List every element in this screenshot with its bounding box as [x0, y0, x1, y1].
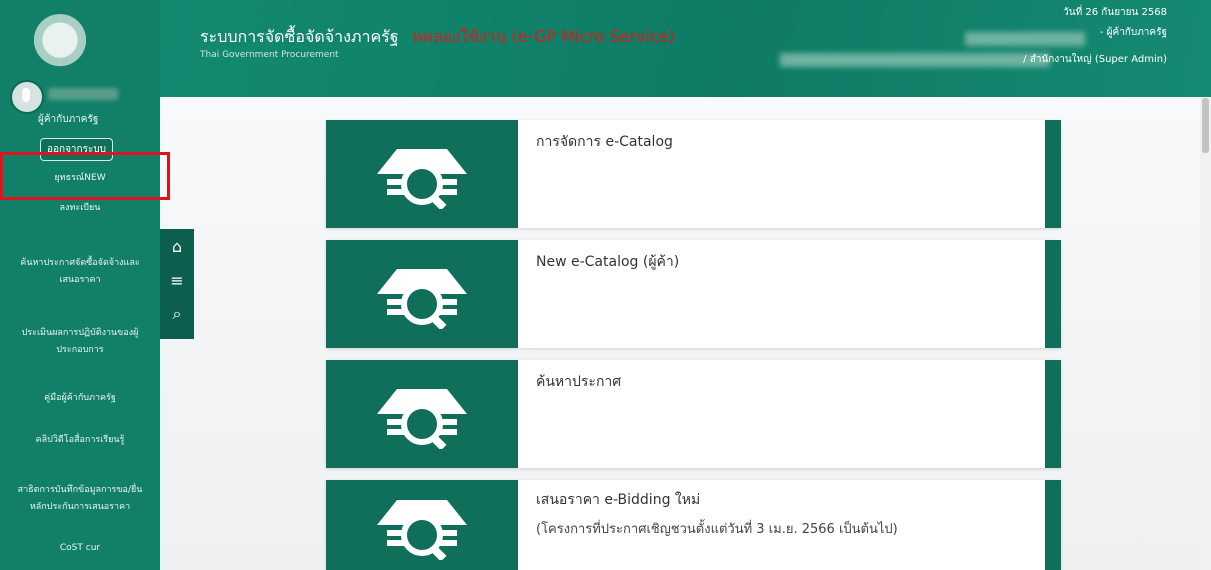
test-mode-label: ทดลองใช้งาน (e-GP Micro Service) [412, 27, 675, 46]
sidebar-item-register[interactable]: ลงทะเบียน [0, 200, 160, 217]
search-icon[interactable]: ⌕ [160, 297, 194, 331]
card-title: การจัดการ e-Catalog [536, 134, 673, 150]
hamburger-menu-icon[interactable]: ≡ [160, 263, 194, 297]
user-role-label: - ผู้ค้ากับภาครัฐ [1099, 27, 1167, 38]
garuda-logo [22, 14, 98, 72]
catalog-search-icon [372, 259, 472, 329]
catalog-search-icon [372, 490, 472, 560]
card-e-bidding[interactable]: เสนอราคา e-Bidding ใหม่ (โครงการที่ประกา… [326, 480, 1061, 570]
card-side-bar [1045, 240, 1061, 348]
sidebar-item-manual[interactable]: คู่มือผู้ค้ากับภาครัฐ [0, 390, 160, 407]
card-side-bar [1045, 120, 1061, 228]
sidebar-item-video[interactable]: คลิปวิดีโอสื่อการเรียนรู้ [0, 432, 160, 449]
card-title: เสนอราคา e-Bidding ใหม่ [536, 492, 701, 508]
card-thumb [326, 480, 518, 570]
top-banner: ระบบการจัดซื้อจัดจ้างภาครัฐ ทดลองใช้งาน … [160, 0, 1211, 97]
catalog-search-icon [372, 379, 472, 449]
user-role: ผู้ค้ากับภาครัฐ [38, 114, 99, 125]
redacted-username [48, 88, 118, 100]
scrollbar[interactable] [1200, 97, 1211, 570]
card-search-announcement[interactable]: ค้นหาประกาศ [326, 360, 1061, 468]
user-info [10, 80, 160, 114]
highlight-box [0, 152, 170, 200]
card-new-e-catalog[interactable]: New e-Catalog (ผู้ค้า) [326, 240, 1061, 348]
card-side-bar [1045, 480, 1061, 570]
sidebar-item-cost[interactable]: CoST cur [0, 540, 160, 557]
card-title: ค้นหาประกาศ [536, 374, 622, 390]
site-title: ระบบการจัดซื้อจัดจ้างภาครัฐ [200, 27, 399, 46]
current-date: วันที่ 26 กันยายน 2568 [1063, 7, 1167, 18]
scrollbar-thumb[interactable] [1202, 98, 1209, 153]
site-subtitle: Thai Government Procurement [200, 50, 339, 60]
sidebar-item-evaluation[interactable]: ประเมินผลการปฏิบัติงานของผู้ประกอบการ [0, 325, 160, 359]
avatar [10, 80, 44, 114]
card-thumb [326, 240, 518, 348]
card-title: New e-Catalog (ผู้ค้า) [536, 254, 680, 270]
card-thumb [326, 360, 518, 468]
home-icon[interactable]: ⌂ [160, 229, 194, 263]
catalog-search-icon [372, 139, 472, 209]
sidebar: ผู้ค้ากับภาครัฐ ออกจากระบบ ยุทธรณ์NEW ลง… [0, 0, 170, 570]
quick-toolbar: ⌂ ≡ ⌕ [160, 229, 194, 339]
card-thumb [326, 120, 518, 228]
redacted-org-name [780, 53, 1050, 67]
card-side-bar [1045, 360, 1061, 468]
org-line: / สำนักงานใหญ่ (Super Admin) [1023, 54, 1167, 65]
redacted-user-name [965, 32, 1085, 46]
card-subtitle: (โครงการที่ประกาศเชิญชวนตั้งแต่วันที่ 3 … [536, 522, 898, 537]
card-e-catalog[interactable]: การจัดการ e-Catalog [326, 120, 1061, 228]
sidebar-item-demo[interactable]: สาธิตการบันทึกข้อมูลการขอ/ยื่นหลักประกัน… [0, 482, 160, 516]
sidebar-item-search-announcement[interactable]: ค้นหาประกาศจัดซื้อจัดจ้างและเสนอราคา [0, 255, 160, 289]
